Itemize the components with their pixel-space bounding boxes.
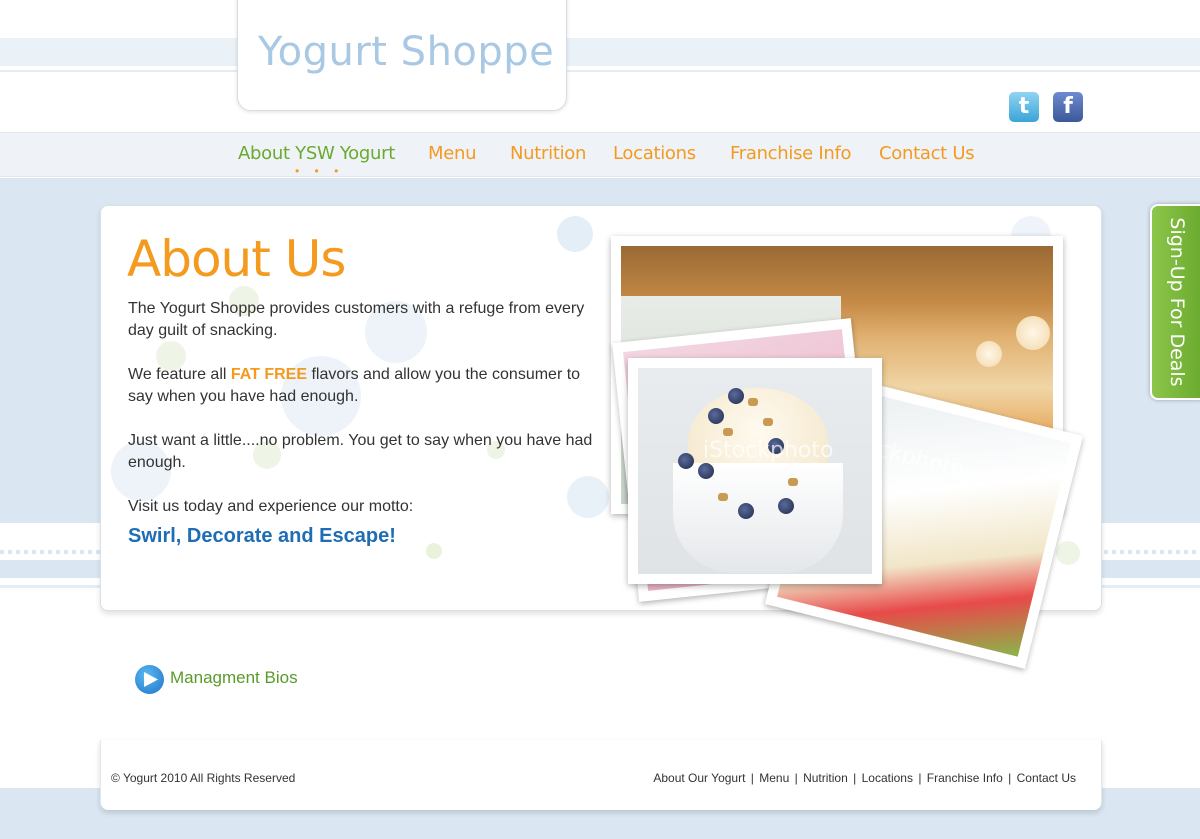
decor-bubble <box>426 543 442 559</box>
nav-item-franchise[interactable]: Franchise Info <box>730 143 852 164</box>
footer-link-menu[interactable]: Menu <box>759 771 789 785</box>
footer-separator: | <box>918 771 922 785</box>
motto: Swirl, Decorate and Escape! <box>128 525 396 547</box>
fat-free-highlight: FAT FREE <box>230 366 308 383</box>
page-title: About Us <box>127 230 346 288</box>
nav-item-locations[interactable]: Locations <box>613 143 696 164</box>
nav-item-menu[interactable]: Menu <box>428 143 477 164</box>
header-stripe <box>0 38 1200 66</box>
signup-tab[interactable]: Sign-Up For Deals <box>1150 204 1200 400</box>
site-logo[interactable]: Yogurt Shoppe <box>258 29 554 75</box>
twitter-icon[interactable]: t <box>1009 92 1039 122</box>
twitter-glyph: t <box>1018 94 1030 119</box>
footer-separator: | <box>853 771 857 785</box>
footer-link-about[interactable]: About Our Yogurt <box>653 771 745 785</box>
footer-link-contact[interactable]: Contact Us <box>1017 771 1076 785</box>
little-paragraph: Just want a little....no problem. You ge… <box>128 432 593 471</box>
decor-bubble <box>557 216 593 252</box>
footer-links: About Our Yogurt | Menu | Nutrition | Lo… <box>653 771 1076 785</box>
nav-active-indicator: • • • <box>295 164 345 178</box>
signup-label: Sign-Up For Deals <box>1166 217 1188 387</box>
nav-item-nutrition[interactable]: Nutrition <box>510 143 586 164</box>
copyright: © Yogurt 2010 All Rights Reserved <box>111 771 296 785</box>
main-nav: About YSW Yogurt Menu Nutrition Location… <box>0 132 1200 177</box>
footer-separator: | <box>750 771 754 785</box>
footer-link-locations[interactable]: Locations <box>862 771 913 785</box>
nav-item-contact[interactable]: Contact Us <box>879 143 975 164</box>
footer-link-franchise[interactable]: Franchise Info <box>927 771 1003 785</box>
footer-link-nutrition[interactable]: Nutrition <box>803 771 848 785</box>
header-stripe-line <box>0 70 1200 72</box>
visit-paragraph: Visit us today and experience our motto: <box>128 498 414 515</box>
photo-watermark: iStockphoto <box>703 438 834 463</box>
fat-free-paragraph: We feature all FAT FREE flavors and allo… <box>128 364 598 408</box>
nav-item-about[interactable]: About YSW Yogurt <box>238 143 395 164</box>
facebook-icon[interactable]: f <box>1053 92 1083 122</box>
logo-box[interactable]: Yogurt Shoppe <box>237 0 567 111</box>
intro-paragraph: The Yogurt Shoppe provides customers wit… <box>128 300 585 339</box>
management-bios-link[interactable]: Managment Bios <box>170 668 298 688</box>
footer-separator: | <box>1008 771 1012 785</box>
facebook-glyph: f <box>1063 94 1073 119</box>
footer-separator: | <box>794 771 798 785</box>
blueberry-yogurt-photo: iStockphoto <box>628 358 882 584</box>
fat-free-text-before: We feature all <box>128 366 231 383</box>
play-arrow-icon[interactable] <box>135 665 164 694</box>
decor-bubble <box>1056 541 1080 565</box>
